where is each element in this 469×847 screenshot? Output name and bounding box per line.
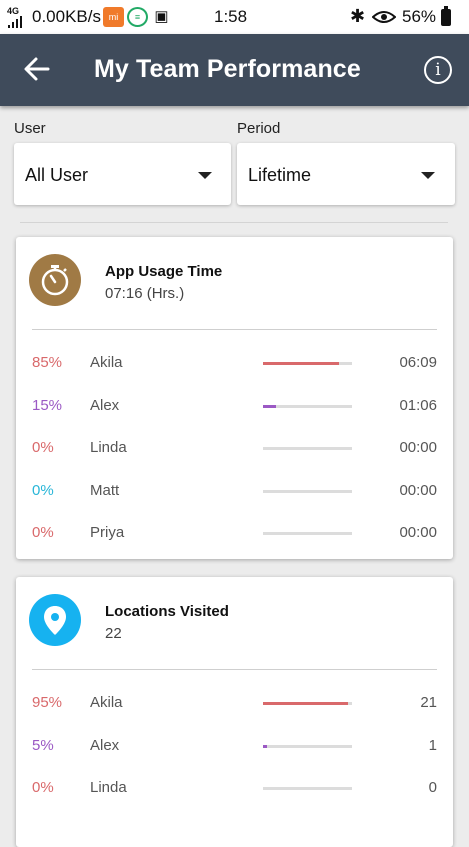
card-divider <box>32 329 437 330</box>
progress-track <box>263 532 352 535</box>
mi-icon: mi <box>103 7 124 27</box>
progress-fill <box>263 702 348 705</box>
progress-track <box>263 745 352 748</box>
progress-track <box>263 447 352 450</box>
status-bar: 4G 0.00KB/s mi ≡ ▣ 1:58 ✱ 56% <box>0 0 469 34</box>
card-title: Locations Visited <box>105 603 229 620</box>
info-icon[interactable]: i <box>424 56 452 84</box>
user-name: Alex <box>90 397 120 414</box>
percent-label: 0% <box>32 482 54 499</box>
location-count: 21 <box>420 694 437 711</box>
list-item: 0% Matt 00:00 <box>16 477 453 507</box>
list-item: 0% Linda 00:00 <box>16 434 453 464</box>
network-type: 4G <box>7 6 20 16</box>
percent-label: 0% <box>32 524 54 541</box>
image-icon: ▣ <box>151 7 172 27</box>
period-dropdown[interactable]: Lifetime <box>237 143 455 205</box>
caret-down-icon <box>198 172 212 179</box>
location-pin-icon <box>29 594 81 646</box>
percent-label: 95% <box>32 694 63 711</box>
progress-track <box>263 405 352 408</box>
stopwatch-icon <box>29 254 81 306</box>
back-arrow-icon[interactable] <box>22 54 52 84</box>
progress-fill <box>263 745 268 748</box>
user-filter-label: User <box>14 120 46 137</box>
progress-track <box>263 787 352 790</box>
period-dropdown-value: Lifetime <box>248 165 312 185</box>
bluetooth-icon: ✱ <box>350 6 366 26</box>
location-count: 1 <box>428 737 437 754</box>
card-title: App Usage Time <box>105 263 223 280</box>
percent-label: 85% <box>32 354 63 371</box>
user-name: Linda <box>90 779 127 796</box>
percent-label: 0% <box>32 439 54 456</box>
progress-track <box>263 490 352 493</box>
network-speed: 0.00KB/s <box>32 7 101 26</box>
user-name: Alex <box>90 737 120 754</box>
app-toolbar: My Team Performance i <box>0 34 469 106</box>
user-dropdown[interactable]: All User <box>14 143 231 205</box>
caret-down-icon <box>421 172 435 179</box>
card-divider <box>32 669 437 670</box>
card-total: 07:16 (Hrs.) <box>105 285 185 302</box>
clock: 1:58 <box>214 7 248 26</box>
progress-track <box>263 702 352 705</box>
card-total: 22 <box>105 625 122 642</box>
usage-value: 00:00 <box>399 482 437 499</box>
list-item: 95% Akila 21 <box>16 689 453 719</box>
app-usage-card: App Usage Time 07:16 (Hrs.) 85% Akila 06… <box>16 237 453 559</box>
locations-card: Locations Visited 22 95% Akila 21 5% Ale… <box>16 577 453 847</box>
user-name: Linda <box>90 439 127 456</box>
chat-icon: ≡ <box>127 7 148 27</box>
user-dropdown-value: All User <box>25 165 89 185</box>
user-name: Matt <box>90 482 120 499</box>
list-item: 15% Alex 01:06 <box>16 392 453 422</box>
percent-label: 5% <box>32 737 54 754</box>
percent-label: 15% <box>32 397 63 414</box>
progress-fill <box>263 405 277 408</box>
list-item: 5% Alex 1 <box>16 732 453 762</box>
usage-value: 00:00 <box>399 524 437 541</box>
progress-track <box>263 362 352 365</box>
progress-fill <box>263 362 339 365</box>
percent-label: 0% <box>32 779 54 796</box>
battery-icon <box>441 6 451 26</box>
usage-value: 00:00 <box>399 439 437 456</box>
usage-value: 06:09 <box>399 354 437 371</box>
list-item: 85% Akila 06:09 <box>16 349 453 379</box>
list-item: 0% Priya 00:00 <box>16 519 453 549</box>
battery-level: 56% <box>402 7 437 26</box>
signal-icon: 4G <box>7 7 22 30</box>
period-filter-label: Period <box>237 120 281 137</box>
user-name: Akila <box>90 354 123 371</box>
location-count: 0 <box>428 779 437 796</box>
usage-value: 01:06 <box>399 397 437 414</box>
user-name: Priya <box>90 524 125 541</box>
eye-icon <box>372 11 396 23</box>
list-item: 0% Linda 0 <box>16 774 453 804</box>
divider <box>20 222 448 223</box>
user-name: Akila <box>90 694 123 711</box>
page-title: My Team Performance <box>94 55 361 83</box>
